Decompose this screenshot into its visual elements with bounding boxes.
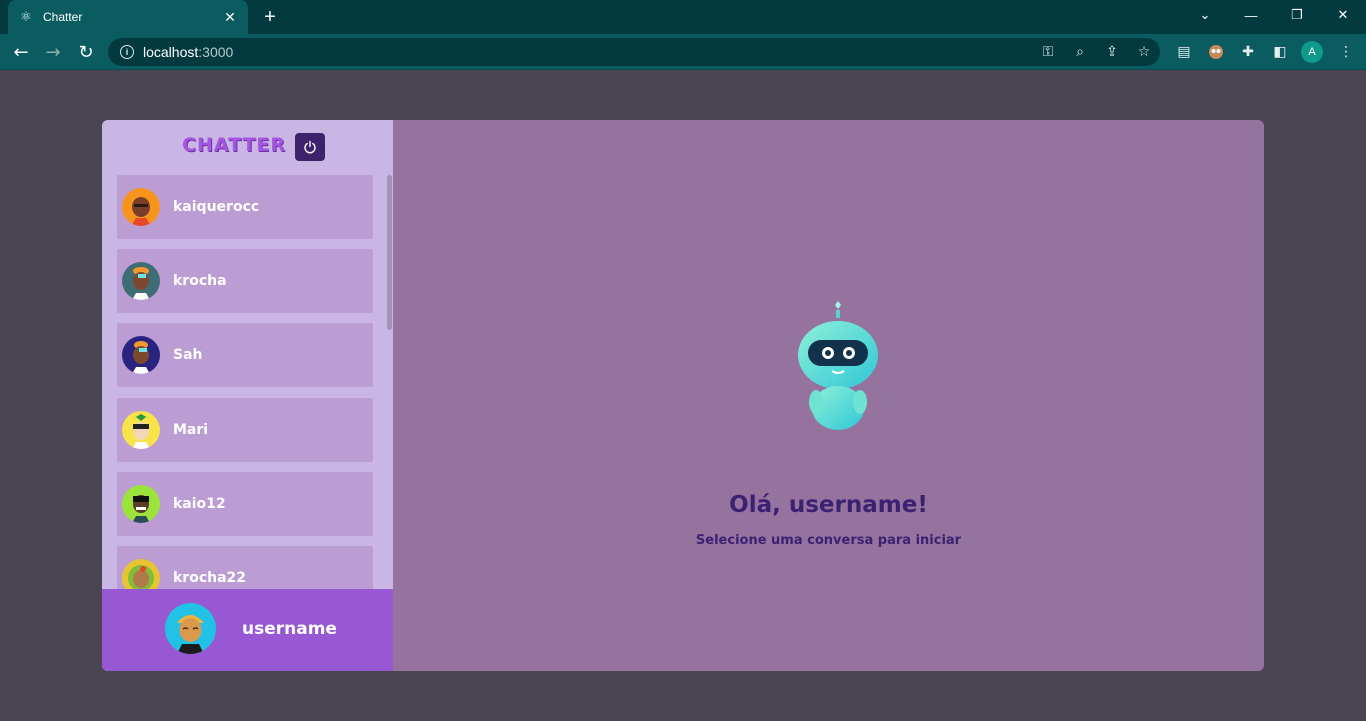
power-icon — [304, 140, 316, 154]
contact-name: krocha22 — [173, 570, 247, 586]
share-icon[interactable]: ⇪ — [1102, 42, 1122, 62]
close-icon[interactable]: ✕ — [222, 9, 238, 25]
profile-avatar[interactable]: A — [1301, 41, 1323, 63]
welcome-panel: Olá, username! Selecione uma conversa pa… — [393, 120, 1264, 671]
contact-item[interactable]: krocha22 — [117, 546, 373, 589]
current-user-panel: username — [102, 589, 393, 671]
contact-item[interactable]: Mari — [117, 398, 373, 462]
avatar — [122, 485, 160, 523]
extensions-icon[interactable]: ✚ — [1236, 40, 1260, 64]
reading-list-icon[interactable]: ▤ — [1172, 40, 1196, 64]
contact-list-scrollbar[interactable] — [387, 175, 392, 330]
sidepanel-icon[interactable]: ◧ — [1268, 40, 1292, 64]
tab-title: Chatter — [43, 10, 83, 24]
browser-tab-strip: ⚛ Chatter ✕ + ⌄ — ❐ ✕ — [0, 0, 1366, 34]
contact-item[interactable]: kaiquerocc — [117, 175, 373, 239]
contact-name: Mari — [173, 422, 209, 438]
tab-search-icon[interactable]: ⌄ — [1182, 0, 1228, 30]
avatar — [122, 411, 160, 449]
greeting-subtitle: Selecione uma conversa para iniciar — [695, 533, 962, 548]
restore-button[interactable]: ❐ — [1274, 0, 1320, 30]
current-username: username — [242, 619, 337, 639]
chat-app: CHATTER kaiquerocc krocha Sah Mari kaio1… — [102, 120, 1264, 671]
avatar — [122, 188, 160, 226]
avatar — [122, 262, 160, 300]
sidebar: CHATTER kaiquerocc krocha Sah Mari kaio1… — [102, 120, 393, 671]
forward-arrow-icon[interactable]: → — [40, 39, 66, 65]
new-tab-button[interactable]: + — [258, 6, 282, 28]
contact-name: kaiquerocc — [173, 199, 260, 215]
contact-name: krocha — [173, 273, 227, 289]
logout-button[interactable] — [295, 133, 325, 161]
contact-item[interactable]: kaio12 — [117, 472, 373, 536]
zoom-icon[interactable]: ⌕ — [1070, 42, 1090, 62]
extension-avatar-icon[interactable] — [1204, 40, 1228, 64]
contact-item[interactable]: krocha — [117, 249, 373, 313]
browser-tab[interactable]: ⚛ Chatter ✕ — [8, 0, 248, 34]
url-host: localhost — [143, 44, 199, 60]
brand-logo: CHATTER — [182, 134, 287, 156]
minimize-button[interactable]: — — [1228, 0, 1274, 30]
avatar — [122, 336, 160, 374]
info-icon[interactable]: i — [120, 45, 134, 59]
back-arrow-icon[interactable]: ← — [8, 39, 34, 65]
avatar — [122, 559, 160, 589]
window-close-button[interactable]: ✕ — [1320, 0, 1366, 30]
browser-toolbar: ← → ↻ i localhost:3000 ⚿ ⌕ ⇪ ☆ ▤ ✚ ◧ ⋮ — [0, 34, 1366, 70]
url-port: :3000 — [198, 44, 234, 60]
key-icon[interactable]: ⚿ — [1038, 42, 1058, 62]
contact-name: kaio12 — [173, 496, 226, 512]
react-icon: ⚛ — [20, 9, 32, 24]
greeting-title: Olá, username! — [729, 492, 928, 518]
contact-list[interactable]: kaiquerocc krocha Sah Mari kaio12 krocha… — [117, 175, 373, 589]
robot-illustration — [798, 301, 878, 430]
contact-name: Sah — [173, 347, 203, 363]
reload-icon[interactable]: ↻ — [73, 39, 99, 65]
menu-icon[interactable]: ⋮ — [1334, 40, 1358, 64]
contact-item[interactable]: Sah — [117, 323, 373, 387]
address-bar[interactable]: i localhost:3000 — [108, 38, 1160, 66]
star-icon[interactable]: ☆ — [1134, 42, 1154, 62]
avatar — [165, 603, 216, 654]
